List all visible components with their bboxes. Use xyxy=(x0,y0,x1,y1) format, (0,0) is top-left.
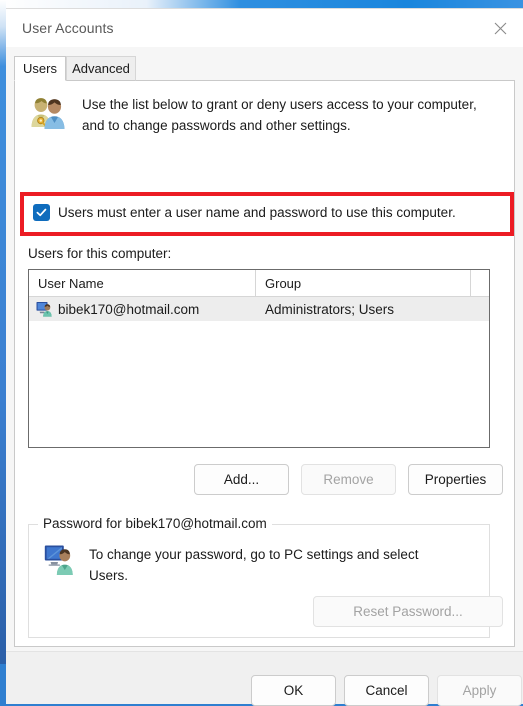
add-button-label: Add... xyxy=(223,472,260,487)
users-listview[interactable]: User Name Group bibek170@hotmail.com Adm… xyxy=(28,269,490,448)
require-password-checkbox-label: Users must enter a user name and passwor… xyxy=(58,205,456,220)
tab-strip: Users Advanced xyxy=(6,56,523,81)
cancel-button[interactable]: Cancel xyxy=(344,675,429,706)
ok-button[interactable]: OK xyxy=(251,675,336,706)
tab-users[interactable]: Users xyxy=(14,56,66,81)
title-bar: User Accounts xyxy=(6,9,523,47)
properties-button-label: Properties xyxy=(424,472,487,487)
table-row[interactable]: bibek170@hotmail.com Administrators; Use… xyxy=(29,297,489,321)
users-list-header: User Name Group xyxy=(29,270,489,297)
require-password-checkbox[interactable]: Users must enter a user name and passwor… xyxy=(33,204,456,221)
remove-button-label: Remove xyxy=(323,472,374,487)
window-title: User Accounts xyxy=(22,20,114,36)
password-info-area: To change your password, go to PC settin… xyxy=(44,544,464,586)
checkbox-box xyxy=(33,204,50,221)
tab-advanced-label: Advanced xyxy=(72,61,130,76)
column-header-user-name[interactable]: User Name xyxy=(29,270,256,296)
user-accounts-dialog: User Accounts Users Advanced Use the lis… xyxy=(6,8,523,706)
dialog-client-area: Users Advanced Use the list below to gra… xyxy=(6,47,523,706)
remove-button[interactable]: Remove xyxy=(301,464,396,495)
close-button[interactable] xyxy=(478,9,523,47)
user-monitor-icon xyxy=(36,302,52,317)
dialog-button-bar: OK Cancel Apply xyxy=(6,651,523,706)
apply-button[interactable]: Apply xyxy=(437,675,522,706)
cell-user-name: bibek170@hotmail.com xyxy=(29,301,256,317)
cancel-button-label: Cancel xyxy=(365,683,408,698)
checkmark-icon xyxy=(36,208,47,217)
column-header-group[interactable]: Group xyxy=(256,270,471,296)
properties-button[interactable]: Properties xyxy=(408,464,503,495)
two-users-with-key-icon xyxy=(31,98,65,129)
instruction-area: Use the list below to grant or deny user… xyxy=(28,94,488,136)
column-header-spacer xyxy=(471,270,489,296)
password-info-text: To change your password, go to PC settin… xyxy=(89,547,419,583)
password-groupbox-legend: Password for bibek170@hotmail.com xyxy=(38,516,272,531)
cell-user-name-text: bibek170@hotmail.com xyxy=(58,301,200,317)
tab-users-label: Users xyxy=(23,61,57,76)
user-monitor-large-icon xyxy=(44,545,73,575)
instruction-text: Use the list below to grant or deny user… xyxy=(82,97,477,133)
reset-password-button-label: Reset Password... xyxy=(353,604,463,619)
add-button[interactable]: Add... xyxy=(194,464,289,495)
users-list-label: Users for this computer: xyxy=(28,246,172,261)
users-list-body: bibek170@hotmail.com Administrators; Use… xyxy=(29,297,489,321)
apply-button-label: Apply xyxy=(462,683,497,698)
close-icon xyxy=(494,22,507,34)
cell-group: Administrators; Users xyxy=(265,301,395,317)
tab-advanced[interactable]: Advanced xyxy=(66,56,136,81)
reset-password-button[interactable]: Reset Password... xyxy=(313,596,503,627)
ok-button-label: OK xyxy=(283,683,304,698)
